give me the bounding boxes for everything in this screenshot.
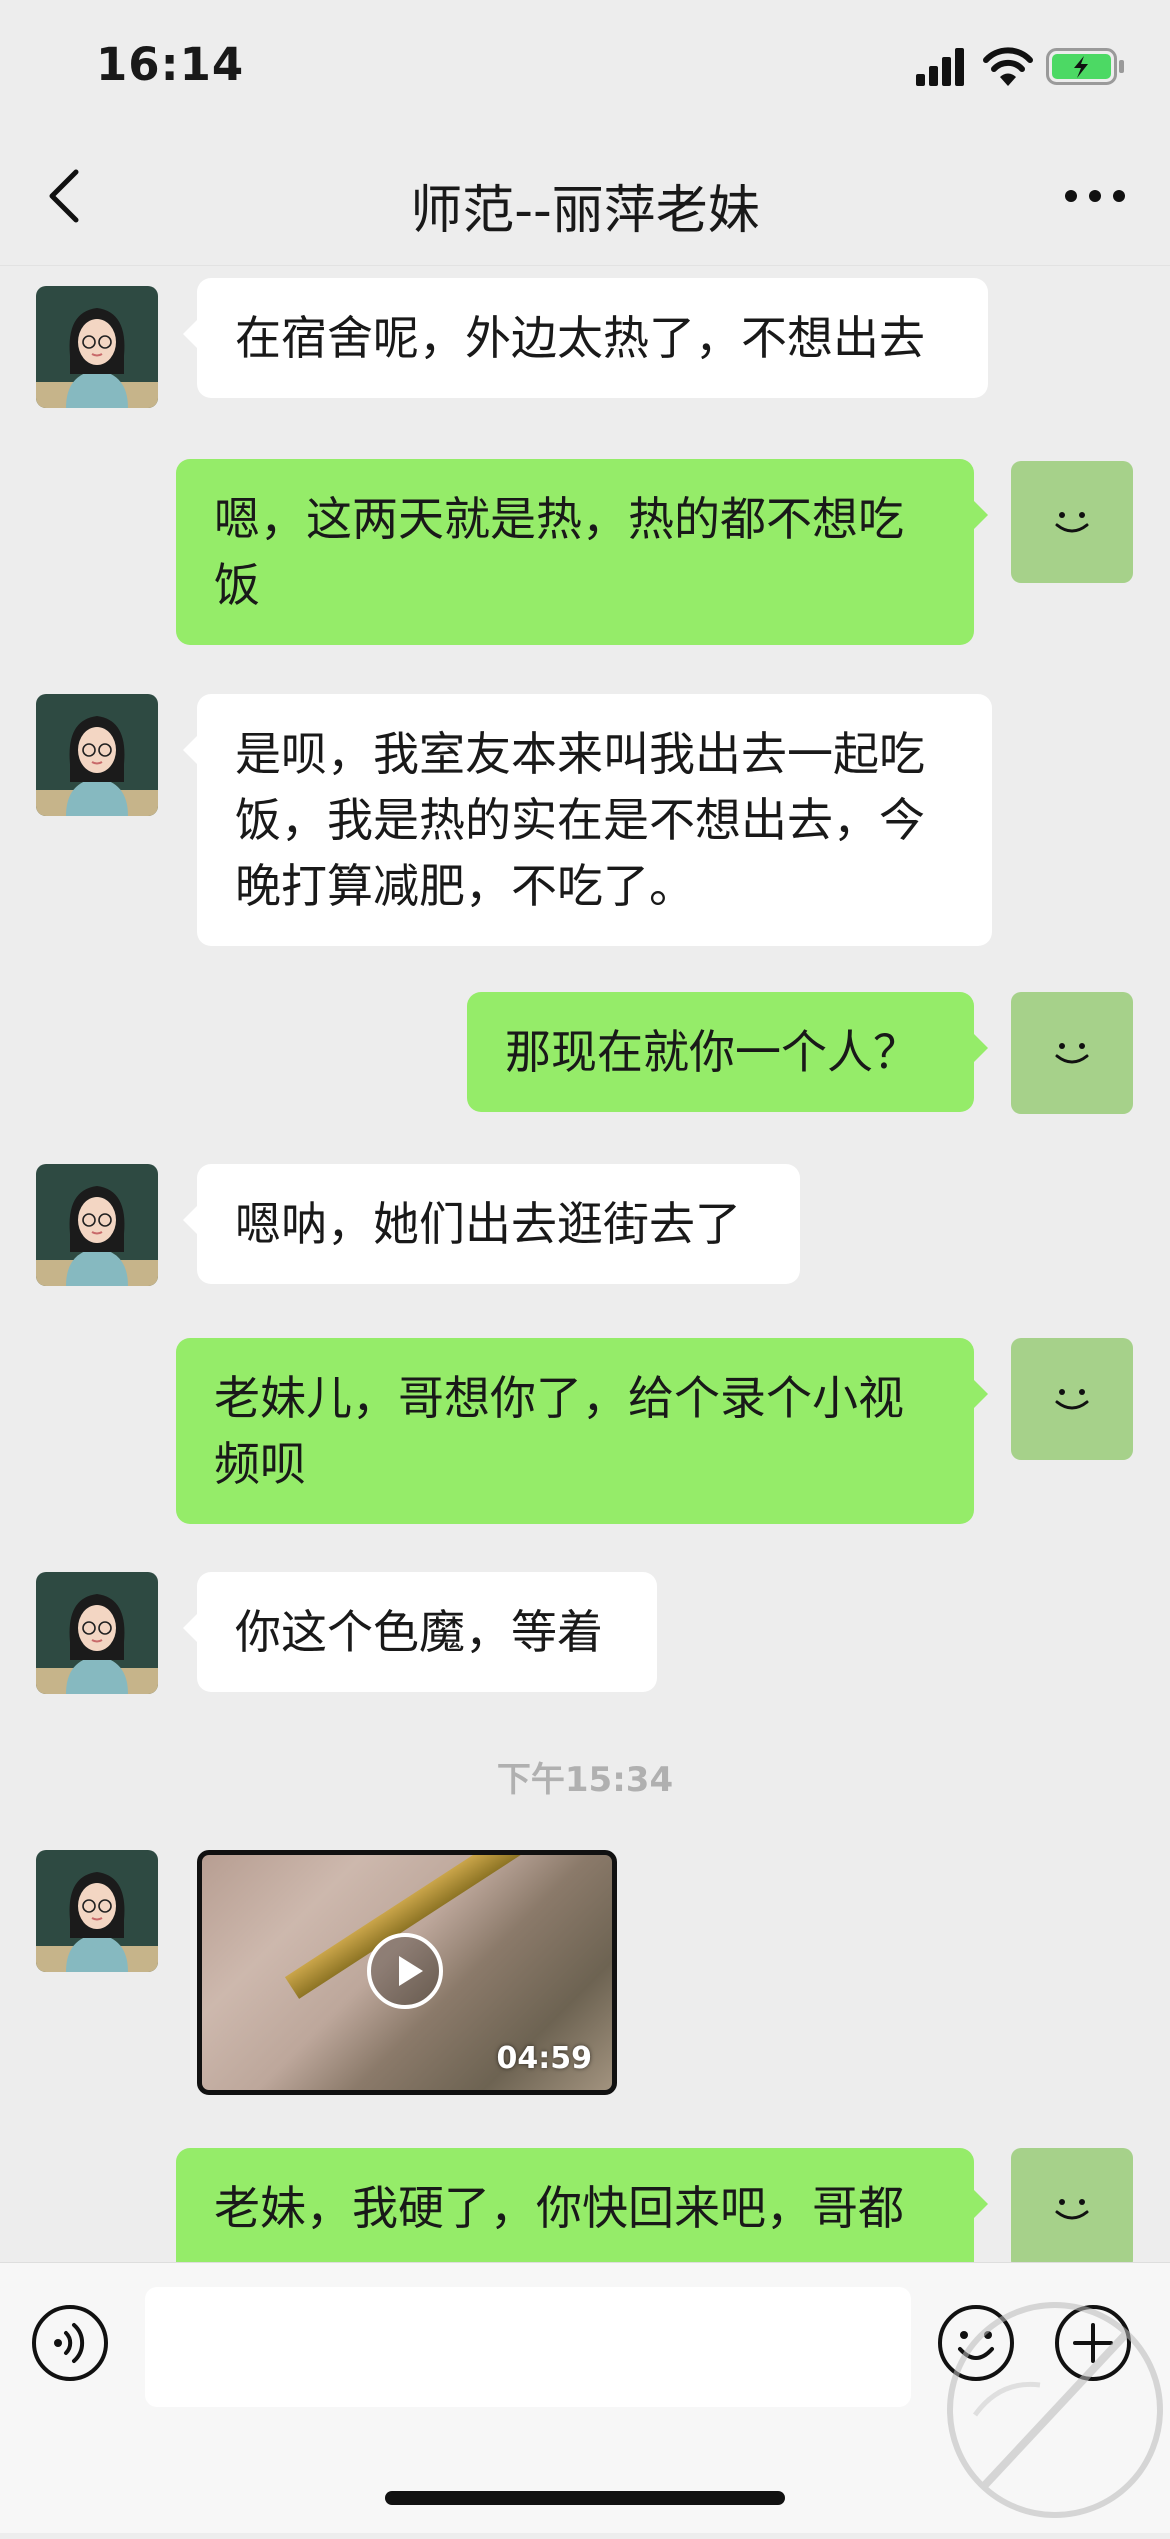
message-list[interactable]: 在宿舍呢，外边太热了，不想出去 嗯，这两天就是热，热的都不想吃 饭 是呗，我室友… <box>0 266 1170 2262</box>
smile-icon <box>1055 2199 1089 2220</box>
status-icons <box>916 44 1126 90</box>
time-separator: 下午15:34 <box>496 1760 674 1800</box>
message-text-line: 老妹儿，哥想你了，给个录个小视 <box>214 1371 904 1425</box>
my-avatar[interactable] <box>1011 461 1133 583</box>
message-input[interactable] <box>145 2287 911 2407</box>
chat-header: 师范--丽萍老妹 <box>0 130 1170 266</box>
contact-avatar[interactable] <box>36 1164 158 1286</box>
my-avatar[interactable] <box>1011 2148 1133 2262</box>
message-text-line: 饭 <box>214 558 260 612</box>
outgoing-message[interactable]: 嗯，这两天就是热，热的都不想吃 饭 <box>176 459 988 645</box>
my-avatar[interactable] <box>1011 992 1133 1114</box>
message-text-line: 饭，我是热的实在是不想出去，今 <box>235 793 925 847</box>
contact-avatar[interactable] <box>36 1572 158 1694</box>
contact-avatar[interactable] <box>36 1850 158 1972</box>
more-button[interactable] <box>1060 170 1130 220</box>
more-dots-icon <box>1065 190 1125 202</box>
message-text-line: 是呗，我室友本来叫我出去一起吃 <box>235 727 925 781</box>
contact-avatar[interactable] <box>36 286 158 408</box>
incoming-message[interactable]: 你这个色魔，等着 <box>183 1572 657 1692</box>
message-text-line: 嗯，这两天就是热，热的都不想吃 <box>214 492 904 546</box>
smile-icon <box>1055 1389 1089 1410</box>
watermark-logo <box>930 2285 1170 2535</box>
incoming-message[interactable]: 在宿舍呢，外边太热了，不想出去 <box>183 278 988 398</box>
message-text: 那现在就你一个人？ <box>505 1025 919 1079</box>
chat-title: 师范--丽萍老妹 <box>410 181 760 241</box>
my-avatar[interactable] <box>1011 1338 1133 1460</box>
smile-icon <box>1055 512 1089 533</box>
message-text-line: 老妹，我硬了，你快回来吧，哥都 <box>214 2181 904 2235</box>
outgoing-message[interactable]: 老妹，我硬了，你快回来吧，哥都 <box>176 2148 988 2262</box>
message-text: 在宿舍呢，外边太热了，不想出去 <box>235 311 925 365</box>
status-bar: 16:14 <box>0 0 1170 130</box>
outgoing-message[interactable]: 那现在就你一个人？ <box>467 992 988 1112</box>
video-message[interactable]: 04:59 <box>197 1850 617 2095</box>
play-icon[interactable] <box>367 1933 443 2009</box>
voice-button[interactable] <box>30 2303 110 2383</box>
message-text: 你这个色魔，等着 <box>235 1605 603 1659</box>
signal-icon <box>916 48 964 86</box>
message-text-line: 频呗 <box>214 1437 306 1491</box>
battery-icon <box>1046 48 1124 85</box>
incoming-message[interactable]: 是呗，我室友本来叫我出去一起吃 饭，我是热的实在是不想出去，今 晚打算减肥，不吃… <box>183 694 992 946</box>
outgoing-message[interactable]: 老妹儿，哥想你了，给个录个小视 频呗 <box>176 1338 988 1524</box>
home-indicator <box>385 2491 785 2505</box>
smile-icon <box>1055 1043 1089 1064</box>
video-duration: 04:59 <box>496 2041 593 2076</box>
video-thumbnail <box>284 1855 612 1999</box>
message-text-line: 晚打算减肥，不吃了。 <box>235 859 695 913</box>
wifi-icon <box>983 47 1033 86</box>
voice-icon <box>32 2305 108 2381</box>
status-time: 16:14 <box>96 38 245 91</box>
contact-avatar[interactable] <box>36 694 158 816</box>
message-text: 嗯呐，她们出去逛街去了 <box>235 1197 741 1251</box>
incoming-message[interactable]: 嗯呐，她们出去逛街去了 <box>183 1164 800 1284</box>
